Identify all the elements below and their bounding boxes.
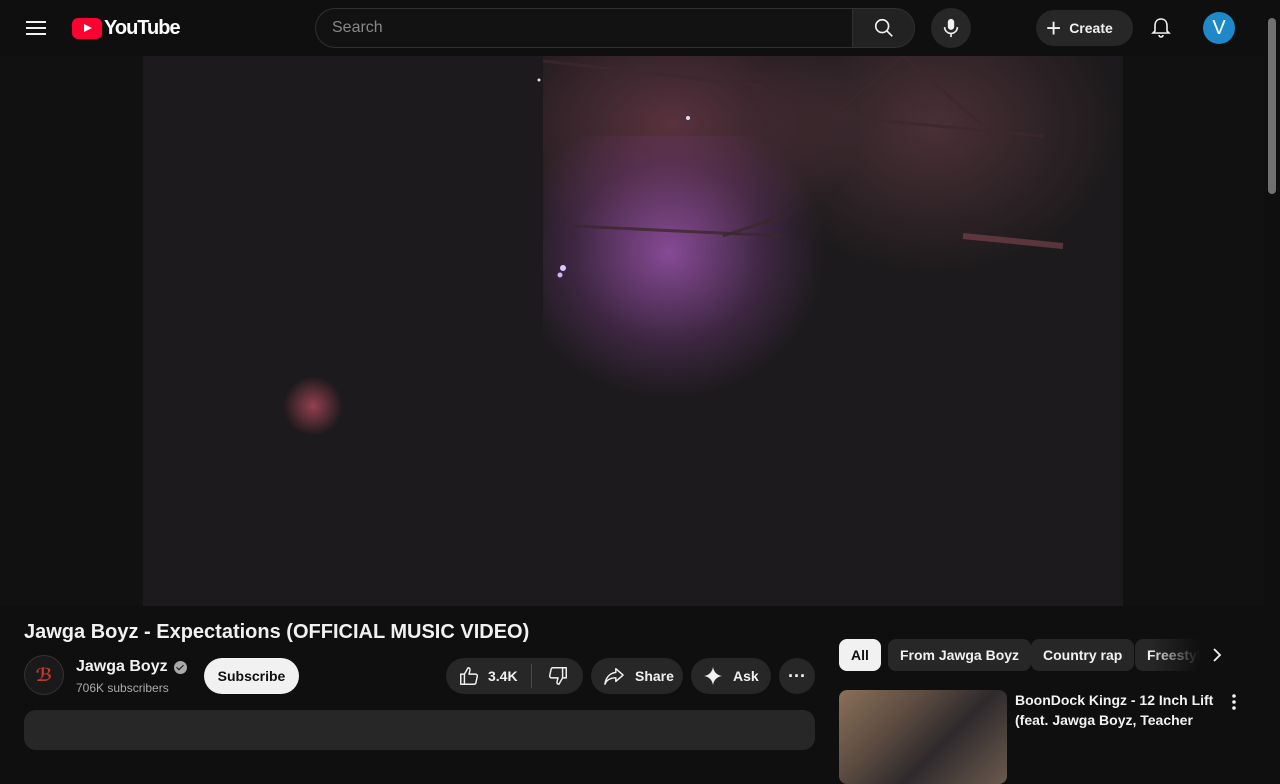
chevron-right-icon	[1213, 648, 1222, 662]
video-player[interactable]	[143, 56, 1123, 606]
thumbs-down-icon	[548, 667, 567, 685]
chip-country-rap[interactable]: Country rap	[1031, 639, 1135, 671]
menu-icon[interactable]	[16, 8, 56, 48]
subscriber-count: 706K subscribers	[76, 681, 169, 695]
channel-avatar[interactable]: ℬ	[24, 655, 64, 695]
more-vertical-icon	[1232, 694, 1236, 710]
page-scrollbar[interactable]	[1264, 0, 1280, 720]
ask-button[interactable]: Ask	[691, 658, 771, 694]
video-frame-beams	[537, 56, 1064, 278]
search-input[interactable]	[315, 8, 852, 48]
notifications-button[interactable]	[1141, 8, 1181, 48]
share-label: Share	[635, 668, 674, 684]
chip-all[interactable]: All	[839, 639, 881, 671]
channel-name-text: Jawga Boyz	[76, 658, 168, 675]
subscribe-button[interactable]: Subscribe	[204, 658, 299, 694]
dislike-button[interactable]	[532, 658, 583, 694]
search-button[interactable]	[852, 8, 915, 48]
recommendation-thumbnail[interactable]	[839, 690, 1007, 784]
create-button[interactable]: + Create	[1036, 10, 1133, 46]
chip-from-channel[interactable]: From Jawga Boyz	[888, 639, 1032, 671]
share-icon	[604, 668, 624, 685]
youtube-play-icon	[72, 17, 102, 39]
voice-search-button[interactable]	[931, 8, 971, 48]
top-bar: YouTube + Create V	[0, 0, 1280, 56]
channel-name[interactable]: Jawga Boyz	[76, 658, 187, 676]
microphone-icon	[943, 18, 959, 38]
youtube-logo[interactable]: YouTube	[72, 16, 181, 40]
channel-logo-icon: ℬ	[35, 664, 53, 685]
share-button[interactable]: Share	[591, 658, 683, 694]
verified-icon	[173, 660, 187, 674]
sparkle-icon	[704, 667, 722, 685]
ask-label: Ask	[733, 668, 759, 684]
plus-icon: +	[1046, 13, 1062, 43]
chips-fade	[1150, 639, 1200, 671]
like-button[interactable]: 3.4K	[446, 658, 531, 694]
logo-text: YouTube	[104, 16, 181, 39]
scrollbar-thumb[interactable]	[1268, 18, 1276, 194]
filter-chips: All From Jawga Boyz Country rap Freestyl…	[839, 639, 1199, 671]
recommendation-title[interactable]: BoonDock Kingz - 12 Inch Lift (feat. Jaw…	[1015, 690, 1215, 730]
description-box[interactable]	[24, 710, 815, 750]
recommendation-menu-button[interactable]	[1222, 690, 1246, 714]
create-label: Create	[1069, 20, 1113, 36]
like-dislike-group: 3.4K	[446, 658, 583, 694]
search-bar	[315, 8, 915, 48]
video-title: Jawga Boyz - Expectations (OFFICIAL MUSI…	[24, 621, 530, 643]
search-icon	[874, 18, 893, 37]
like-count: 3.4K	[488, 668, 518, 684]
more-actions-button[interactable]: ···	[779, 658, 815, 694]
more-horizontal-icon: ···	[788, 665, 806, 686]
bell-icon	[1151, 18, 1171, 38]
thumbs-up-icon	[460, 667, 479, 685]
chips-next-button[interactable]	[1201, 639, 1233, 671]
user-avatar[interactable]: V	[1203, 12, 1235, 44]
